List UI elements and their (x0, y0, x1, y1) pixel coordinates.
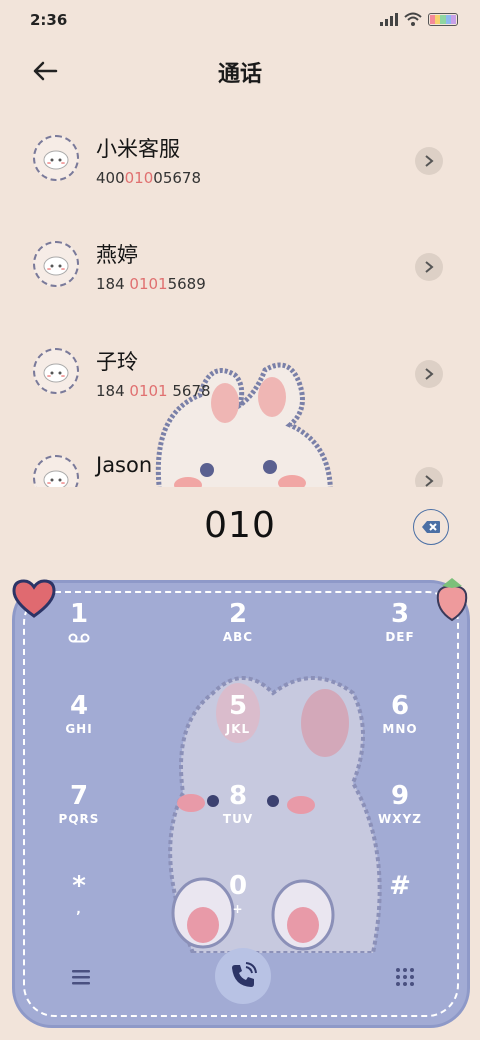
key-letters: PQRS (58, 812, 100, 826)
phone-call-icon (232, 962, 257, 987)
key-digit: 0 (228, 871, 248, 901)
chevron-right-icon (425, 261, 434, 273)
contact-name: 小米客服 (96, 137, 180, 161)
chevron-right-icon (425, 155, 434, 167)
key-digit: 4 (69, 691, 89, 721)
contact-number: 40001005678 (96, 169, 201, 187)
menu-button[interactable] (59, 955, 103, 999)
key-8[interactable]: 8 TUV (198, 781, 278, 853)
key-letters: JKL (225, 722, 251, 736)
contact-detail-button[interactable] (415, 360, 443, 388)
status-time: 2:36 (30, 11, 68, 29)
key-letters: + (232, 902, 244, 916)
bunny-avatar-icon (43, 256, 69, 276)
key-0[interactable]: 0 + (198, 871, 278, 943)
chevron-right-icon (425, 368, 434, 380)
dial-display: 010 (0, 505, 480, 553)
key-letters: DEF (385, 630, 415, 644)
contact-number: 184 0101 5678 (96, 382, 211, 400)
heart-icon (12, 579, 56, 618)
contact-number: 184 01015689 (96, 275, 206, 293)
avatar (33, 348, 79, 394)
backspace-button[interactable] (413, 509, 449, 545)
chevron-right-icon (425, 475, 434, 487)
contact-detail-button[interactable] (415, 253, 443, 281)
key-digit: 5 (228, 691, 248, 721)
bunny-avatar-icon (43, 363, 69, 383)
key-hash[interactable]: # (360, 871, 440, 943)
key-digit: 8 (228, 781, 248, 811)
header: 通话 (0, 48, 480, 92)
key-digit: # (389, 871, 411, 901)
battery-icon (428, 12, 458, 26)
contact-row[interactable]: 小米客服 40001005678 (0, 117, 480, 197)
key-9[interactable]: 9 WXYZ (360, 781, 440, 853)
backspace-icon (422, 521, 440, 533)
keypad: 1 2 ABC 3 DEF 4 GHI 5 JKL 6 MNO 7 PQRS 8… (12, 580, 470, 1028)
strawberry-icon (436, 578, 468, 622)
key-digit: * (72, 871, 86, 901)
key-4[interactable]: 4 GHI (39, 691, 119, 763)
key-digit: 2 (228, 599, 248, 629)
key-digit: 7 (69, 781, 89, 811)
key-3[interactable]: 3 DEF (360, 599, 440, 671)
avatar (33, 455, 79, 487)
key-digit: 3 (390, 599, 410, 629)
bunny-avatar-icon (43, 150, 69, 170)
voicemail-icon (68, 633, 90, 643)
menu-icon (72, 970, 90, 985)
dialpad-icon (396, 968, 414, 986)
key-digit: 6 (390, 691, 410, 721)
key-letters: WXYZ (378, 812, 422, 826)
key-5[interactable]: 5 JKL (198, 691, 278, 763)
contact-detail-button[interactable] (415, 147, 443, 175)
wifi-icon (404, 12, 422, 26)
key-letters: MNO (382, 722, 418, 736)
key-letters: TUV (222, 812, 254, 826)
bunny-avatar-icon (43, 470, 69, 487)
call-button[interactable] (215, 948, 271, 1004)
status-icons (380, 12, 458, 26)
dialed-number: 010 (204, 505, 276, 546)
contact-name: 燕婷 (96, 243, 138, 267)
key-7[interactable]: 7 PQRS (39, 781, 119, 853)
key-letters: GHI (65, 722, 93, 736)
key-star[interactable]: * , (39, 871, 119, 943)
key-digit: 9 (390, 781, 410, 811)
avatar (33, 135, 79, 181)
contact-name: 子玲 (96, 350, 138, 374)
status-bar: 2:36 (0, 0, 480, 40)
key-letters: , (76, 902, 82, 916)
key-letters: ABC (222, 630, 254, 644)
avatar (33, 241, 79, 287)
key-6[interactable]: 6 MNO (360, 691, 440, 763)
contact-name: Jason (96, 453, 153, 477)
key-2[interactable]: 2 ABC (198, 599, 278, 671)
dialpad-toggle-button[interactable] (383, 955, 427, 999)
signal-icon (380, 13, 398, 26)
contact-row[interactable]: 子玲 184 0101 5678 (0, 330, 480, 410)
contact-list[interactable]: 小米客服 40001005678 燕婷 184 01015689 子玲 184 … (0, 105, 480, 487)
page-title: 通话 (217, 62, 262, 87)
contact-row[interactable]: Jason (0, 437, 480, 487)
contact-detail-button[interactable] (415, 467, 443, 487)
contact-row[interactable]: 燕婷 184 01015689 (0, 223, 480, 303)
